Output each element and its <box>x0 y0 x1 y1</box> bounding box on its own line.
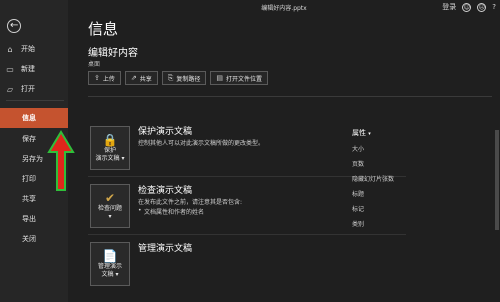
nav-new[interactable]: ▭ 新建 <box>0 60 68 78</box>
nav-close-label: 关闭 <box>22 235 36 243</box>
inspect-bullet: 文档属性和作者的姓名 <box>138 207 204 216</box>
frown-feedback-icon[interactable]: ☹ <box>477 2 487 12</box>
section-divider <box>88 96 492 97</box>
nav-export[interactable]: 导出 <box>0 210 68 228</box>
folder-icon: ▱ <box>6 84 14 94</box>
nav-share-label: 共享 <box>22 195 36 203</box>
property-tags: 标记 <box>352 206 365 213</box>
inspect-icon: ✔ <box>104 191 116 205</box>
property-size: 大小 <box>352 146 365 153</box>
nav-new-label: 新建 <box>21 65 35 73</box>
copy-path-label: 复制路径 <box>176 75 201 83</box>
open-file-location-label: 打开文件位置 <box>226 75 263 83</box>
share-icon: ⇗ <box>130 74 137 82</box>
protect-button-sublabel: 演示文稿 ▾ <box>95 155 125 162</box>
properties-panel: 属性 ▾ 大小 页数 隐藏幻灯片张数 标题 标记 类别 <box>352 128 472 228</box>
open-file-location-button[interactable]: ▤ 打开文件位置 <box>210 71 269 85</box>
smile-feedback-icon[interactable]: ☺ <box>462 2 472 12</box>
property-title: 标题 <box>352 191 365 198</box>
manage-button-sublabel: 文稿 ▾ <box>101 271 119 278</box>
back-arrow-icon: ← <box>10 20 19 31</box>
nav-close[interactable]: 关闭 <box>0 230 68 248</box>
manage-presentation-button[interactable]: 📄 管理演示 文稿 ▾ <box>90 242 130 286</box>
nav-info[interactable]: 信息 <box>0 108 68 128</box>
check-issues-button[interactable]: ✔ 检查问题 ▾ <box>90 184 130 228</box>
properties-header[interactable]: 属性 ▾ <box>352 128 472 138</box>
property-pages: 页数 <box>352 161 365 168</box>
sign-in-link[interactable]: 登录 <box>442 2 456 12</box>
file-location: 桌面 <box>88 61 101 68</box>
title-bar: 编辑好内容.pptx 登录 ☺ ☹ ? <box>68 0 500 14</box>
chevron-down-icon: ▾ <box>368 131 371 137</box>
share-label: 共享 <box>139 75 152 83</box>
copy-path-button[interactable]: ⎘ 复制路径 <box>161 71 207 85</box>
property-category: 类别 <box>352 221 365 228</box>
page-title: 信息 <box>88 20 119 38</box>
upload-icon: ⇪ <box>94 74 100 82</box>
check-issues-sublabel: ▾ <box>108 213 112 220</box>
manage-title: 管理演示文稿 <box>138 244 193 254</box>
folder-open-icon: ▤ <box>216 74 224 82</box>
check-issues-label: 检查问题 <box>97 205 122 212</box>
inspect-title: 检查演示文稿 <box>138 186 193 196</box>
nav-export-label: 导出 <box>22 215 36 223</box>
copy-icon: ⎘ <box>167 73 174 82</box>
info-pane: 信息 编辑好内容 桌面 ⇪ 上传 ⇗ 共享 ⎘ 复制路径 ▤ 打开文件位置 🔒 … <box>68 14 500 302</box>
new-file-icon: ▭ <box>6 64 14 74</box>
share-button[interactable]: ⇗ 共享 <box>124 71 158 85</box>
properties-header-label: 属性 <box>352 129 366 137</box>
protect-desc: 控制其他人可以对此演示文稿所做的更改类型。 <box>138 140 265 147</box>
file-name: 编辑好内容 <box>88 48 138 59</box>
nav-home-label: 开始 <box>21 45 35 53</box>
nav-save-as-label: 另存为 <box>22 155 43 163</box>
help-button[interactable]: ? <box>492 3 496 11</box>
nav-share[interactable]: 共享 <box>0 190 68 208</box>
document-title: 编辑好内容.pptx <box>261 5 307 12</box>
protect-title: 保护演示文稿 <box>138 127 193 137</box>
nav-info-label: 信息 <box>22 114 36 122</box>
inspect-desc: 在发布此文件之前，请注意其是否包含: <box>138 199 243 206</box>
home-icon: ⌂ <box>7 44 13 54</box>
protect-presentation-button[interactable]: 🔒 保护 演示文稿 ▾ <box>90 126 130 170</box>
card-divider <box>88 234 406 235</box>
nav-save-label: 保存 <box>22 135 36 143</box>
manage-button-label: 管理演示 <box>97 263 122 270</box>
property-hidden-slides: 隐藏幻灯片张数 <box>352 176 395 183</box>
document-icon: 📄 <box>102 249 118 263</box>
file-actions: ⇪ 上传 ⇗ 共享 ⎘ 复制路径 ▤ 打开文件位置 <box>88 71 269 85</box>
nav-open-label: 打开 <box>21 85 35 93</box>
lock-icon: 🔒 <box>102 133 118 147</box>
nav-divider <box>6 100 64 101</box>
upload-label: 上传 <box>102 75 115 83</box>
back-button[interactable]: ← <box>7 19 21 33</box>
nav-print-label: 打印 <box>22 175 36 183</box>
upload-button[interactable]: ⇪ 上传 <box>88 71 121 85</box>
vertical-scrollbar[interactable] <box>495 130 499 230</box>
nav-home[interactable]: ⌂ 开始 <box>0 40 68 58</box>
protect-button-label: 保护 <box>103 147 116 154</box>
nav-open[interactable]: ▱ 打开 <box>0 80 68 98</box>
